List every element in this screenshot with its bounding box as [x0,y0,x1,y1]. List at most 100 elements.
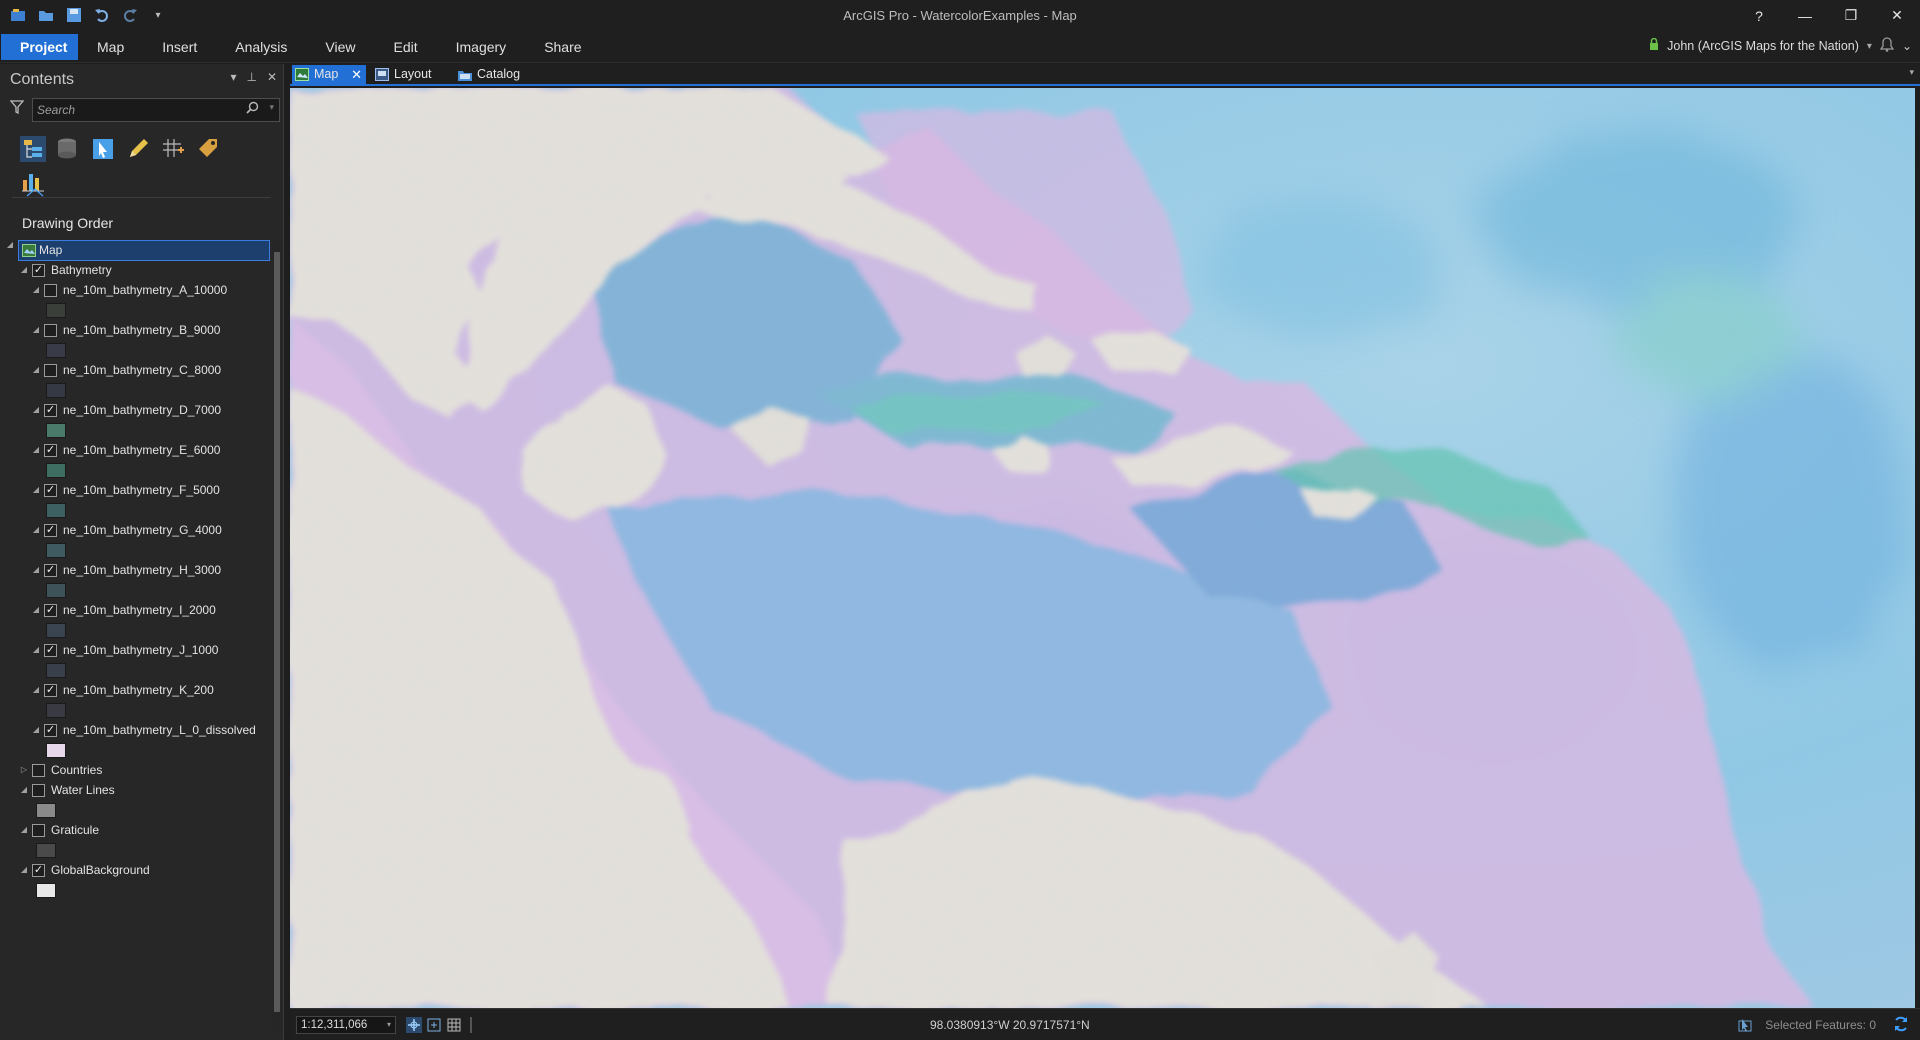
symbol-swatch-ne-10m-bathymetry-a-10000[interactable] [46,303,66,318]
tree-row-ne-10m-bathymetry-i-2000[interactable]: ◢ ✓ ne_10m_bathymetry_I_2000 [0,600,270,620]
restore-button[interactable]: ❐ [1828,0,1874,31]
collapse-icon[interactable]: ◢ [30,440,42,460]
symbol-swatch-ne-10m-bathymetry-c-8000[interactable] [46,383,66,398]
visibility-checkbox[interactable] [32,824,45,837]
help-button[interactable]: ? [1736,0,1782,31]
filter-icon[interactable] [9,100,25,119]
tree-row-ne-10m-bathymetry-d-7000[interactable]: ◢ ✓ ne_10m_bathymetry_D_7000 [0,400,270,420]
collapse-icon[interactable]: ◢ [30,280,42,300]
collapse-ribbon-icon[interactable]: ⌄ [1902,39,1912,53]
ribbon-tab-imagery[interactable]: Imagery [437,34,526,60]
ribbon-tab-map[interactable]: Map [78,34,143,60]
tree-row-ne-10m-bathymetry-c-8000[interactable]: ◢ ne_10m_bathymetry_C_8000 [0,360,270,380]
symbol-swatch-ne-10m-bathymetry-k-200[interactable] [46,703,66,718]
list-by-editing-icon[interactable] [125,136,151,162]
tab-map[interactable]: Map ✕ [292,65,366,84]
tree-row-ne-10m-bathymetry-k-200[interactable]: ◢ ✓ ne_10m_bathymetry_K_200 [0,680,270,700]
refresh-icon[interactable] [1892,1015,1910,1038]
visibility-checkbox[interactable]: ✓ [44,564,57,577]
visibility-checkbox[interactable]: ✓ [32,264,45,277]
tree-row-map[interactable]: Map [18,240,270,261]
sync-extent-icon[interactable] [426,1017,442,1033]
pin-icon[interactable]: ⊥ [246,70,256,84]
tree-row-countries[interactable]: ▷ Countries [0,760,270,780]
map-view[interactable] [290,88,1915,1008]
visibility-checkbox[interactable] [32,784,45,797]
visibility-checkbox[interactable]: ✓ [44,444,57,457]
scrollbar-thumb[interactable] [274,252,280,1012]
collapse-icon[interactable]: ◢ [30,400,42,420]
visibility-checkbox[interactable] [32,764,45,777]
visibility-checkbox[interactable] [44,364,57,377]
scale-dropdown-icon[interactable]: ▾ [387,1017,391,1033]
ribbon-tab-analysis[interactable]: Analysis [216,34,306,60]
search-input[interactable] [37,101,237,119]
tree-row-ne-10m-bathymetry-b-9000[interactable]: ◢ ne_10m_bathymetry_B_9000 [0,320,270,340]
visibility-checkbox[interactable]: ✓ [32,864,45,877]
tree-row-graticule[interactable]: ◢ Graticule [0,820,270,840]
symbol-swatch-water-lines[interactable] [36,803,56,818]
tree-row-ne-10m-bathymetry-l-0-dissolved[interactable]: ◢ ✓ ne_10m_bathymetry_L_0_dissolved [0,720,270,740]
notification-bell-icon[interactable] [1879,37,1895,55]
map-expand-icon[interactable]: ◢ [4,240,16,260]
visibility-checkbox[interactable]: ✓ [44,684,57,697]
list-by-labeling-icon[interactable] [196,136,222,162]
pane-menu-icon[interactable]: ▾ [230,70,236,84]
tab-catalog[interactable]: Catalog [455,65,525,84]
tree-row-ne-10m-bathymetry-g-4000[interactable]: ◢ ✓ ne_10m_bathymetry_G_4000 [0,520,270,540]
expand-icon[interactable]: ▷ [18,760,30,780]
ribbon-tab-insert[interactable]: Insert [143,34,216,60]
tab-overflow-icon[interactable]: ▾ [1909,67,1914,78]
user-account[interactable]: John (ArcGIS Maps for the Nation) ▾ ⌄ [1649,37,1912,55]
symbol-swatch-ne-10m-bathymetry-g-4000[interactable] [46,543,66,558]
tree-row-globalbackground[interactable]: ◢ ✓ GlobalBackground [0,860,270,880]
collapse-icon[interactable]: ◢ [18,780,30,800]
tab-layout[interactable]: Layout [372,65,436,84]
tree-row-ne-10m-bathymetry-h-3000[interactable]: ◢ ✓ ne_10m_bathymetry_H_3000 [0,560,270,580]
visibility-checkbox[interactable]: ✓ [44,644,57,657]
collapse-icon[interactable]: ◢ [30,680,42,700]
collapse-icon[interactable]: ◢ [18,260,30,280]
ribbon-tab-view[interactable]: View [306,34,374,60]
minimize-button[interactable]: — [1782,0,1828,31]
visibility-checkbox[interactable]: ✓ [44,724,57,737]
symbol-swatch-ne-10m-bathymetry-j-1000[interactable] [46,663,66,678]
collapse-icon[interactable]: ◢ [30,640,42,660]
symbol-swatch-ne-10m-bathymetry-i-2000[interactable] [46,623,66,638]
search-icon[interactable] [246,101,259,117]
tree-row-water-lines[interactable]: ◢ Water Lines [0,780,270,800]
symbol-swatch-ne-10m-bathymetry-l-0-dissolved[interactable] [46,743,66,758]
watercolor-map-canvas[interactable] [290,88,1915,1008]
collapse-icon[interactable]: ◢ [30,600,42,620]
list-by-drawing-order-icon[interactable] [20,136,46,162]
pane-close-icon[interactable]: ✕ [267,70,277,84]
grid-icon[interactable] [446,1017,462,1033]
tree-row-ne-10m-bathymetry-j-1000[interactable]: ◢ ✓ ne_10m_bathymetry_J_1000 [0,640,270,660]
collapse-icon[interactable]: ◢ [30,520,42,540]
visibility-checkbox[interactable]: ✓ [44,484,57,497]
symbol-swatch-ne-10m-bathymetry-f-5000[interactable] [46,503,66,518]
symbol-swatch-ne-10m-bathymetry-e-6000[interactable] [46,463,66,478]
selected-features-count[interactable]: Selected Features: 0 [1765,1018,1876,1032]
collapse-icon[interactable]: ◢ [18,820,30,840]
tree-row-bathymetry[interactable]: ◢ ✓ Bathymetry [0,260,270,280]
tree-row-ne-10m-bathymetry-e-6000[interactable]: ◢ ✓ ne_10m_bathymetry_E_6000 [0,440,270,460]
symbol-swatch-globalbackground[interactable] [36,883,56,898]
list-by-selection-icon[interactable] [90,136,116,162]
collapse-icon[interactable]: ◢ [18,860,30,880]
tree-row-ne-10m-bathymetry-f-5000[interactable]: ◢ ✓ ne_10m_bathymetry_F_5000 [0,480,270,500]
close-tab-icon[interactable]: ✕ [351,65,362,84]
user-dropdown-icon[interactable]: ▾ [1867,41,1872,52]
visibility-checkbox[interactable] [44,284,57,297]
navigation-mode-icon[interactable] [406,1017,422,1033]
collapse-icon[interactable]: ◢ [30,720,42,740]
ribbon-tab-edit[interactable]: Edit [374,34,436,60]
tree-row-ne-10m-bathymetry-a-10000[interactable]: ◢ ne_10m_bathymetry_A_10000 [0,280,270,300]
ribbon-tab-share[interactable]: Share [525,34,600,60]
collapse-icon[interactable]: ◢ [30,480,42,500]
symbol-swatch-graticule[interactable] [36,843,56,858]
visibility-checkbox[interactable]: ✓ [44,404,57,417]
list-by-data-source-icon[interactable] [54,136,80,162]
close-button[interactable]: ✕ [1874,0,1920,31]
symbol-swatch-ne-10m-bathymetry-d-7000[interactable] [46,423,66,438]
